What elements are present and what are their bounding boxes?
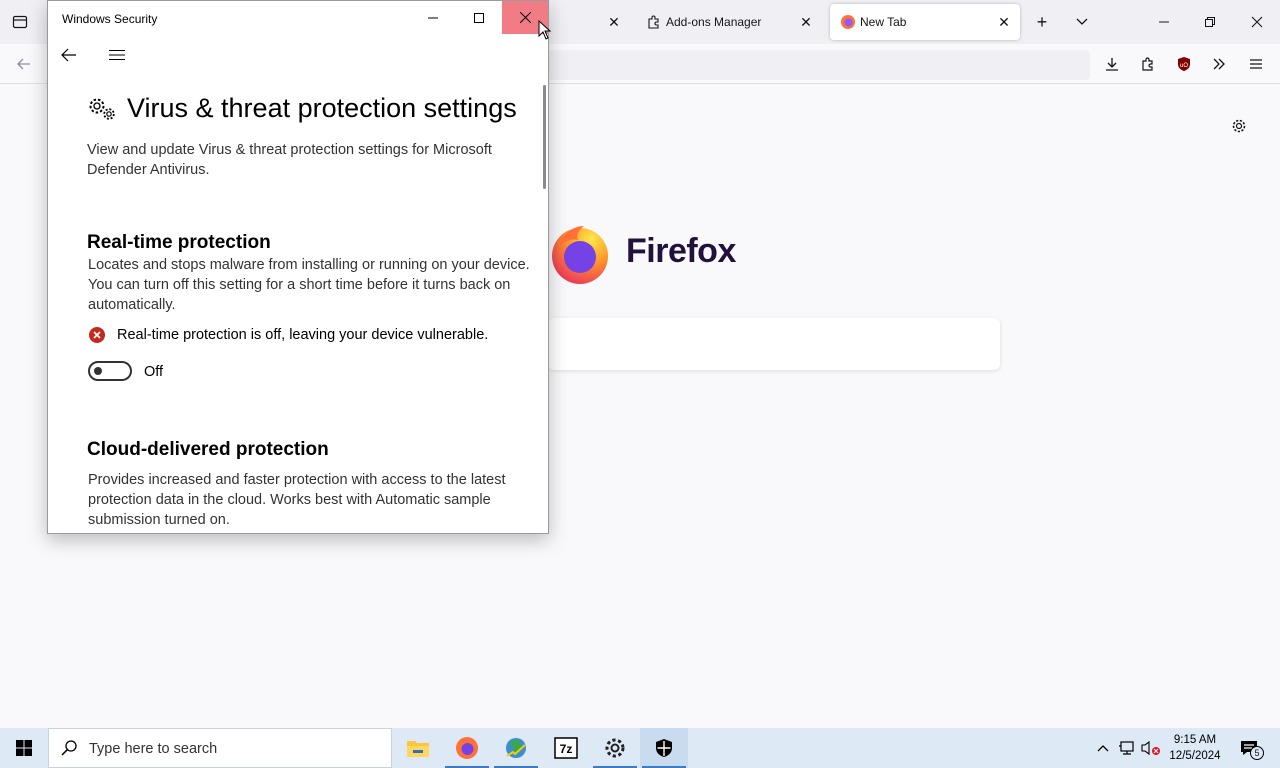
taskbar-windows-security[interactable] — [640, 728, 688, 768]
gear-icon — [605, 738, 625, 758]
settings-gears-icon — [89, 98, 115, 120]
tab-close-icon[interactable]: ✕ — [798, 14, 814, 30]
page-description: View and update Virus & threat protectio… — [87, 142, 492, 178]
back-button[interactable] — [12, 52, 36, 76]
tab-addons-manager[interactable]: Add-ons Manager ✕ — [636, 4, 822, 40]
minimize-button[interactable] — [1152, 10, 1176, 34]
close-window-button[interactable] — [1245, 10, 1269, 34]
action-center-button[interactable]: 5 — [1234, 728, 1264, 768]
mouse-cursor-icon — [538, 20, 552, 40]
firefox-logo-icon — [552, 226, 608, 284]
close-icon — [519, 12, 531, 23]
ublock-shield-icon: uO — [1178, 57, 1190, 71]
7zip-icon: 7z — [554, 737, 578, 759]
downloads-button[interactable] — [1100, 52, 1124, 76]
minimize-icon — [428, 17, 438, 18]
volume-muted-icon — [1141, 740, 1160, 756]
window-title-bar[interactable]: Windows Security — [48, 1, 548, 35]
chevron-down-icon — [1076, 18, 1088, 25]
page-title: Virus & threat protection settings — [127, 93, 517, 123]
globe-icon — [506, 738, 526, 758]
tab-new-tab[interactable]: New Tab ✕ — [830, 4, 1020, 40]
taskbar-firefox[interactable] — [443, 728, 491, 768]
tab-label: Add-ons Manager — [666, 15, 762, 29]
cloud-protection-heading: Cloud-delivered protection — [87, 439, 329, 460]
taskbar-clock[interactable]: 9:15 AM 12/5/2024 — [1160, 732, 1230, 764]
network-tray-button[interactable] — [1116, 728, 1138, 768]
start-button[interactable] — [0, 728, 48, 768]
taskbar-7zip[interactable]: 7z — [542, 728, 590, 768]
hamburger-icon — [1250, 59, 1262, 69]
error-icon — [89, 327, 105, 343]
realtime-warning-text: Real-time protection is off, leaving you… — [117, 327, 489, 343]
svg-text:7z: 7z — [560, 742, 573, 756]
search-placeholder: Type here to search — [89, 741, 218, 757]
show-hidden-icons-button[interactable] — [1092, 728, 1114, 768]
back-button[interactable] — [57, 43, 81, 67]
folder-icon — [407, 741, 429, 757]
tab-close-icon[interactable]: ✕ — [996, 14, 1012, 30]
double-chevron-icon — [1213, 58, 1225, 70]
close-icon — [1251, 16, 1263, 28]
minimize-icon — [1159, 21, 1169, 23]
tab-close-icon[interactable]: ✕ — [606, 14, 622, 30]
new-tab-button[interactable]: + — [1030, 10, 1054, 34]
toggle-state-label: Off — [144, 364, 164, 380]
tab-label: New Tab — [860, 15, 907, 29]
volume-tray-button[interactable] — [1140, 728, 1162, 768]
app-menu-button[interactable] — [1244, 52, 1268, 76]
tab-hidden[interactable]: ✕ — [548, 4, 630, 40]
customize-button[interactable] — [1227, 114, 1251, 138]
minimize-button[interactable] — [410, 1, 456, 34]
plus-icon: + — [1036, 11, 1048, 32]
realtime-protection-description: Locates and stops malware from installin… — [88, 257, 530, 313]
taskbar-settings[interactable] — [591, 728, 639, 768]
realtime-protection-toggle[interactable] — [88, 361, 132, 381]
clock-time: 9:15 AM — [1173, 734, 1217, 746]
notification-count-badge: 5 — [1250, 746, 1264, 760]
navigation-menu-button[interactable] — [105, 43, 129, 67]
list-all-tabs-button[interactable] — [1070, 10, 1094, 34]
new-tab-search-box[interactable] — [548, 318, 1000, 370]
taskbar-search-box[interactable]: Type here to search — [48, 728, 392, 768]
extensions-button[interactable] — [1136, 52, 1160, 76]
scrollbar-thumb[interactable] — [543, 85, 546, 189]
firefox-wordmark: Firefox — [626, 232, 736, 270]
back-arrow-icon — [17, 58, 30, 70]
hamburger-icon — [109, 49, 125, 61]
maximize-button[interactable] — [456, 1, 502, 34]
realtime-protection-heading: Real-time protection — [87, 232, 271, 253]
chevron-up-icon — [1097, 745, 1109, 752]
back-arrow-icon — [61, 48, 76, 62]
ublock-button[interactable]: uO — [1172, 52, 1196, 76]
gear-icon — [1232, 119, 1246, 133]
download-icon — [1106, 58, 1118, 71]
restore-icon — [1205, 17, 1215, 27]
firefox-view-icon — [12, 15, 28, 29]
shield-icon — [656, 739, 672, 757]
taskbar-network-app[interactable] — [492, 728, 540, 768]
window-title: Windows Security — [62, 12, 158, 26]
windows-logo-icon — [16, 740, 32, 756]
puzzle-icon — [1142, 57, 1153, 71]
search-icon — [61, 740, 77, 756]
network-icon — [1119, 741, 1134, 755]
windows-security-window: Windows Security Virus & threat protecti… — [47, 0, 549, 534]
maximize-icon — [474, 12, 484, 23]
firefox-logo-icon — [841, 15, 855, 29]
taskbar: Type here to search 7z 9:15 AM 12/5/2024… — [0, 728, 1280, 768]
url-bar[interactable] — [548, 50, 1090, 80]
cloud-protection-description: Provides increased and faster protection… — [88, 472, 506, 528]
restore-button[interactable] — [1198, 10, 1222, 34]
firefox-logo-icon — [456, 737, 478, 759]
taskbar-file-explorer[interactable] — [394, 728, 442, 768]
puzzle-icon — [648, 15, 659, 29]
svg-text:uO: uO — [1180, 63, 1188, 69]
firefox-view-button[interactable] — [8, 10, 32, 34]
overflow-button[interactable] — [1207, 52, 1231, 76]
clock-date: 12/5/2024 — [1169, 750, 1221, 762]
